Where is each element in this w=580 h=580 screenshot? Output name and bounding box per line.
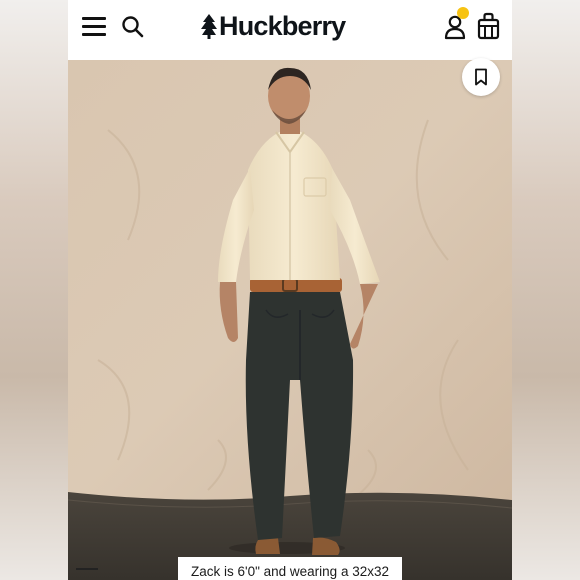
search-icon[interactable] — [120, 14, 146, 40]
image-carousel-indicator — [76, 568, 98, 570]
site-header: Huckberry — [68, 0, 512, 60]
brand-name: Huckberry — [219, 10, 346, 41]
huckberry-logo[interactable]: Huckberry — [200, 10, 346, 42]
fit-caption: Zack is 6'0" and wearing a 32x32 — [178, 557, 402, 580]
tree-logo-icon — [201, 14, 217, 39]
product-photo[interactable] — [68, 60, 512, 580]
shopping-bag-icon[interactable] — [476, 12, 502, 40]
bookmark-icon — [475, 68, 487, 86]
notification-dot — [457, 7, 469, 19]
hamburger-menu-icon[interactable] — [80, 14, 108, 38]
left-background-panel — [0, 0, 68, 580]
mobile-screen: Huckberry Zack is 6'0" and wearing a 32x… — [68, 0, 512, 580]
right-background-panel — [512, 0, 580, 580]
bookmark-button[interactable] — [462, 58, 500, 96]
